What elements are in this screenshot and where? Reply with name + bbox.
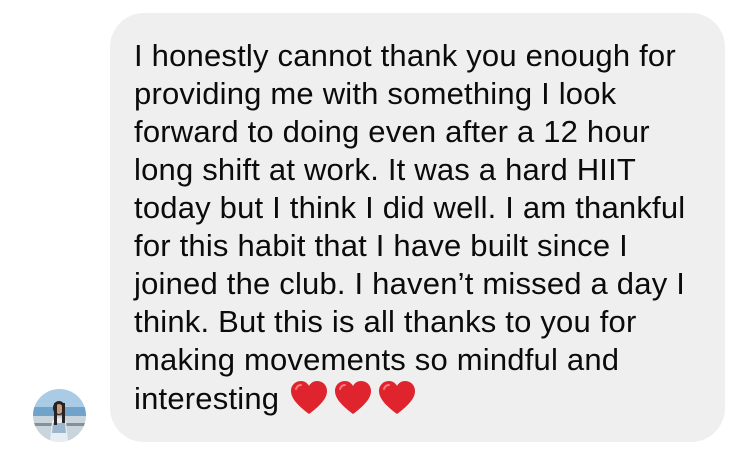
- message-line: for this habit that I have built since I: [134, 228, 628, 263]
- message-line: I honestly cannot thank you enough for: [134, 38, 676, 73]
- message-line-text: interesting: [134, 381, 280, 416]
- message-line-last: interesting: [134, 379, 705, 419]
- heart-icon: [291, 381, 328, 414]
- message-line: today but I think I did well. I am thank…: [134, 190, 686, 225]
- message-line: making movements so mindful and: [134, 342, 620, 377]
- sender-avatar[interactable]: [33, 389, 86, 442]
- heart-icon: [379, 381, 416, 414]
- message-line: think. But this is all thanks to you for: [134, 304, 637, 339]
- avatar-photo: [33, 389, 86, 442]
- message-line: long shift at work. It was a hard HIIT: [134, 152, 637, 187]
- message-line: joined the club. I haven’t missed a day …: [134, 266, 686, 301]
- message-bubble[interactable]: I honestly cannot thank you enough for p…: [110, 13, 725, 442]
- message-text: I honestly cannot thank you enough for p…: [134, 37, 705, 419]
- heart-icon: [335, 381, 372, 414]
- chat-screen: I honestly cannot thank you enough for p…: [0, 0, 750, 473]
- message-line: providing me with something I look: [134, 76, 617, 111]
- message-line: forward to doing even after a 12 hour: [134, 114, 650, 149]
